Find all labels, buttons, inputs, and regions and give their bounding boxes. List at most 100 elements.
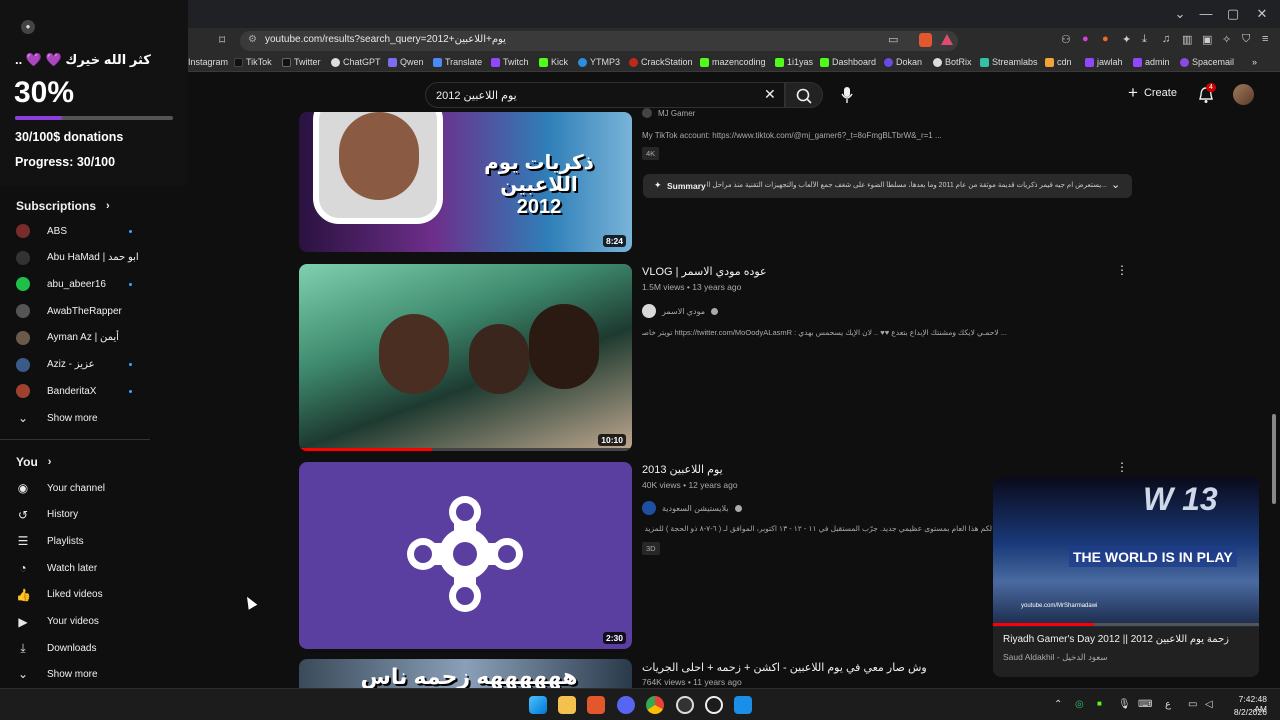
vscode-icon[interactable] <box>734 696 752 714</box>
clear-search-icon[interactable]: ✕ <box>764 86 776 103</box>
bookmark-chatgpt[interactable]: ChatGPT <box>331 57 381 67</box>
wallet-icon[interactable]: ▣ <box>1202 33 1212 46</box>
extension-icon[interactable]: ⚇ <box>1061 33 1071 46</box>
extension-icon[interactable]: ● <box>1082 33 1089 45</box>
subscription-item[interactable]: Abu HaMad | ابو حمد <box>16 246 176 270</box>
brave-shield-icon[interactable] <box>919 33 932 47</box>
bookmark-botrix[interactable]: BotRix <box>933 57 972 67</box>
video-title-link[interactable]: يوم اللاعبين 2013 <box>642 463 723 476</box>
more-actions-icon[interactable]: ⋮ <box>1116 460 1128 474</box>
create-button[interactable]: + Create <box>1128 84 1177 101</box>
bookmark-admin[interactable]: admin <box>1133 57 1170 67</box>
leo-ai-icon[interactable]: ✧ <box>1222 33 1231 46</box>
search-button[interactable] <box>785 82 823 108</box>
bookmark-crackstation[interactable]: CrackStation <box>629 57 693 67</box>
avatar[interactable] <box>1233 84 1254 105</box>
video-title-link[interactable]: VLOG | عوده مودي الاسمر <box>642 265 767 278</box>
media-icon[interactable]: ♫ <box>1162 33 1170 45</box>
bookmark-icon[interactable]: ⌑ <box>219 33 225 47</box>
tab-list-icon[interactable]: ⌄ <box>1170 6 1190 22</box>
keyboard-icon[interactable]: ⌨ <box>1138 699 1152 710</box>
you-item-your-channel[interactable]: ◉ Your channel <box>16 476 176 500</box>
you-item-your-videos[interactable]: ▶ Your videos <box>16 610 176 634</box>
discord-icon[interactable] <box>617 696 635 714</box>
chrome-icon[interactable] <box>646 696 664 714</box>
show-more-you[interactable]: ⌄ Show more <box>16 662 176 686</box>
bookmark-streamlabs[interactable]: Streamlabs <box>980 57 1038 67</box>
extensions-icon[interactable]: ✦ <box>1122 33 1131 46</box>
bookmark-ytmp3[interactable]: YTMP3 <box>578 57 620 67</box>
show-more-subscriptions[interactable]: ⌄ Show more <box>16 406 176 430</box>
bookmark-spacemail[interactable]: Spacemail <box>1180 57 1234 67</box>
microphone-tray-icon[interactable]: 🎙 <box>1118 699 1131 710</box>
tray-app-icon[interactable]: ■ <box>1097 699 1102 708</box>
subscription-item[interactable]: BanderitaX <box>16 379 176 403</box>
bookmark-cdn[interactable]: cdn <box>1045 57 1072 67</box>
chevron-down-icon[interactable]: ⌄ <box>1111 178 1120 191</box>
settings-app-icon[interactable] <box>705 696 723 714</box>
voice-search-button[interactable] <box>834 82 860 108</box>
bookmark-qwen[interactable]: Qwen <box>388 57 424 67</box>
notifications-button[interactable]: 4 <box>1197 83 1216 109</box>
video-thumbnail[interactable]: 2:30 <box>299 462 632 649</box>
bookmark-translate[interactable]: Translate <box>433 57 482 67</box>
file-explorer-icon[interactable] <box>558 696 576 714</box>
page-scrollbar[interactable] <box>1272 414 1276 504</box>
extension-icon[interactable]: ● <box>1102 33 1109 45</box>
obs-icon[interactable] <box>676 696 694 714</box>
brave-rewards-icon[interactable] <box>941 34 953 45</box>
video-progress-track[interactable] <box>993 623 1259 626</box>
bookmark-dashboard[interactable]: Dashboard <box>820 57 876 67</box>
miniplayer[interactable]: W 13 THE WORLD IS IN PLAY youtube.com/Mr… <box>993 477 1259 677</box>
more-actions-icon[interactable]: ⋮ <box>1116 263 1128 277</box>
miniplayer-title[interactable]: Riyadh Gamer's Day 2012 || زحمة يوم اللا… <box>1003 634 1229 645</box>
video-thumbnail[interactable]: ذكريات يوم اللاعبين 2012 8:24 <box>299 112 632 252</box>
vpn-icon[interactable]: ⛉ <box>1242 33 1250 46</box>
you-item-history[interactable]: ↺ History <box>16 503 176 527</box>
network-icon[interactable]: ▭ <box>1188 699 1197 710</box>
subscription-item[interactable]: Ayman Az | أيمن <box>16 326 176 350</box>
minimize-button[interactable]: — <box>1196 6 1216 21</box>
brave-browser-icon[interactable] <box>587 696 605 714</box>
sidebar-icon[interactable]: ▥ <box>1182 33 1192 46</box>
video-thumbnail[interactable]: 10:10 <box>299 264 632 451</box>
you-item-watch-later[interactable]: ◔ Watch later <box>16 556 176 580</box>
miniplayer-video[interactable]: W 13 THE WORLD IS IN PLAY youtube.com/Mr… <box>993 477 1259 627</box>
bookmark-tiktok[interactable]: TikTok <box>234 57 272 67</box>
search-input[interactable]: يوم اللاعبين 2012 ✕ <box>425 82 785 108</box>
close-window-button[interactable]: ✕ <box>1252 6 1272 22</box>
screen-cast-icon[interactable]: ▭ <box>888 33 898 46</box>
video-title-link[interactable]: وش صار معي في يوم اللاعبين - اكشن + زحمه… <box>642 661 927 674</box>
channel-link[interactable]: بلايستيشن السعودية <box>642 501 742 515</box>
bookmark-twitter[interactable]: Twitter <box>282 57 321 67</box>
bookmark-mazencoding[interactable]: mazencoding <box>700 57 766 67</box>
bookmark-kick[interactable]: Kick <box>539 57 568 67</box>
start-icon[interactable] <box>529 696 547 714</box>
menu-icon[interactable]: ≡ <box>1262 33 1268 45</box>
you-item-downloads[interactable]: ⤓ Downloads <box>16 636 176 660</box>
clock-date[interactable]: 8/2/2026 <box>1225 707 1267 717</box>
volume-icon[interactable]: ◁ <box>1205 699 1213 710</box>
ai-summary-panel[interactable]: ✦ Summary ...يستعرض ام جيه قيمر ذكريات ق… <box>643 174 1132 198</box>
you-item-playlists[interactable]: ☰ Playlists <box>16 529 176 553</box>
site-info-icon[interactable]: ⚙ <box>248 34 257 45</box>
download-icon[interactable]: ⤓ <box>1142 33 1147 46</box>
channel-link[interactable]: MJ Gamer <box>642 108 695 118</box>
tray-overflow-icon[interactable]: ⌃ <box>1054 699 1062 710</box>
bookmark-instagram[interactable]: Instagram <box>188 57 228 67</box>
subscription-item[interactable]: AwabTheRapper <box>16 299 176 323</box>
maximize-button[interactable]: ▢ <box>1223 6 1243 22</box>
video-thumbnail[interactable]: ههههههه زحمه ناس <box>299 659 632 688</box>
subscriptions-header[interactable]: Subscriptions › <box>16 199 110 213</box>
subscription-item[interactable]: ABS <box>16 219 176 243</box>
bookmark-twitch[interactable]: Twitch <box>491 57 529 67</box>
tray-app-icon[interactable]: ◎ <box>1075 699 1084 710</box>
bookmark-dokan[interactable]: Dokan <box>884 57 922 67</box>
miniplayer-channel[interactable]: Saud Aldakhil - سعود الدخيل <box>1003 652 1108 663</box>
language-indicator[interactable]: ع <box>1165 699 1171 710</box>
you-item-liked-videos[interactable]: 👍 Liked videos <box>16 583 176 607</box>
channel-link[interactable]: مودي الاسمر <box>642 304 718 318</box>
bookmark-jawlah[interactable]: jawlah <box>1085 57 1123 67</box>
subscription-item[interactable]: Aziz - عزيز <box>16 353 176 377</box>
subscription-item[interactable]: abu_abeer16 <box>16 272 176 296</box>
